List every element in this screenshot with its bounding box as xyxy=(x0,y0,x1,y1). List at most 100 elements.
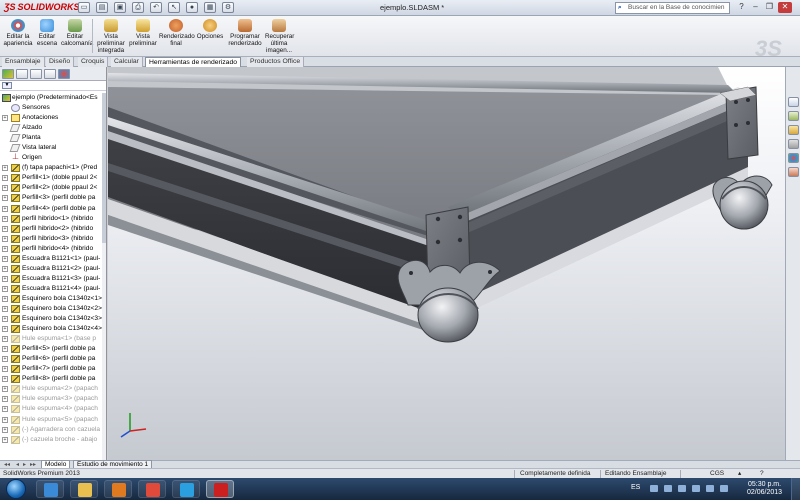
tree-item[interactable]: Origen xyxy=(0,152,103,163)
edit-decal-button[interactable]: Editar calcomanía xyxy=(61,19,93,47)
expand-icon[interactable]: + xyxy=(2,376,8,383)
search-input[interactable]: ⌕ Buscar en la Base de conocimien xyxy=(615,2,730,14)
tree-item[interactable]: + Hule espuma<1> (base p xyxy=(0,334,103,344)
tab-ensamblaje[interactable]: Ensamblaje xyxy=(2,57,45,67)
tree-root-assembly[interactable]: ejemplo (Predeterminado<Es xyxy=(0,93,103,103)
tree-item[interactable]: + Perfill<8> (perfil doble pa xyxy=(0,374,103,384)
expand-icon[interactable]: + xyxy=(2,406,8,413)
tree-item[interactable]: + Hule espuma<4> (papach xyxy=(0,404,103,414)
expand-icon[interactable]: + xyxy=(2,175,8,182)
tree-item[interactable]: + perfil hibrido<1> (hibrido xyxy=(0,214,103,224)
expand-icon[interactable]: + xyxy=(2,225,8,232)
expand-icon[interactable]: + xyxy=(2,185,8,192)
tree-item[interactable]: + Escuadra B1121<2> (paul- xyxy=(0,264,103,274)
taskbar-app-solidworks[interactable] xyxy=(206,480,234,498)
filter-icon[interactable]: ▼ xyxy=(2,82,12,89)
tray-network-icon[interactable] xyxy=(678,485,686,492)
options-button[interactable]: Opciones xyxy=(195,19,225,40)
expand-icon[interactable]: + xyxy=(2,195,8,202)
tree-item[interactable]: + perfil hibrido<2> (hibrido xyxy=(0,224,103,234)
tree-item[interactable]: + Anotaciones xyxy=(0,113,103,123)
schedule-render-button[interactable]: Programar renderizado xyxy=(227,19,263,47)
resources-icon[interactable] xyxy=(788,97,799,107)
expand-icon[interactable]: + xyxy=(2,336,8,343)
tree-item[interactable]: + (-) Agarradera con cazuela xyxy=(0,425,103,435)
expand-icon[interactable]: + xyxy=(2,165,8,172)
expand-icon[interactable]: + xyxy=(2,285,8,292)
design-library-icon[interactable] xyxy=(788,111,799,121)
preview-window-button[interactable]: Vista preliminar xyxy=(129,19,157,47)
tree-item[interactable]: Alzado xyxy=(0,123,103,133)
open-icon[interactable]: ▤ xyxy=(96,2,108,13)
feature-tree-tab-icon[interactable] xyxy=(2,69,14,79)
expand-icon[interactable]: + xyxy=(2,426,8,433)
tree-item[interactable]: + Perfill<3> (perfil doble pa xyxy=(0,193,103,203)
expand-icon[interactable]: + xyxy=(2,275,8,282)
tree-item[interactable]: + Hule espuma<2> (papach xyxy=(0,384,103,394)
start-button[interactable] xyxy=(6,479,26,499)
restore-button[interactable]: ❐ xyxy=(764,2,775,13)
tab-diseno[interactable]: Diseño xyxy=(46,57,75,67)
tree-item[interactable]: + Esquinero bola C1340z<1> xyxy=(0,294,103,304)
view-palette-icon[interactable] xyxy=(788,139,799,149)
expand-icon[interactable]: + xyxy=(2,235,8,242)
tray-flag-icon[interactable] xyxy=(664,485,672,492)
tab-calcular[interactable]: Calcular xyxy=(111,57,143,67)
taskbar-app-explorer[interactable] xyxy=(70,480,98,498)
tree-item[interactable]: + Perfill<1> (doble ppaul 2< xyxy=(0,173,103,183)
tree-item[interactable]: + (-) cazuela broche - abajo xyxy=(0,435,103,445)
scroll-last-icon[interactable]: ▸▸ xyxy=(30,461,36,468)
tree-item[interactable]: + Escuadra B1121<4> (paul- xyxy=(0,284,103,294)
scroll-first-icon[interactable]: ◂◂ xyxy=(4,461,10,468)
scroll-prev-icon[interactable]: ◂ xyxy=(16,461,19,468)
expand-icon[interactable]: + xyxy=(2,346,8,353)
tree-item[interactable]: Sensores xyxy=(0,103,103,113)
expand-icon[interactable]: + xyxy=(2,115,8,122)
appearances-icon[interactable] xyxy=(788,153,799,163)
solidworks-logo[interactable]: ƷS SOLIDWORKS xyxy=(4,2,80,12)
tab-productos-office[interactable]: Productos Office xyxy=(247,57,305,67)
undo-icon[interactable]: ↶ xyxy=(150,2,162,13)
graphics-area[interactable] xyxy=(108,67,785,460)
expand-icon[interactable]: + xyxy=(2,436,8,443)
dimxpert-tab-icon[interactable] xyxy=(44,69,56,79)
tree-item[interactable]: Planta xyxy=(0,133,103,143)
tree-item[interactable]: + Esquinero bola C1340z<3> xyxy=(0,314,103,324)
select-icon[interactable]: ↖ xyxy=(168,2,180,13)
tray-arrow-icon[interactable] xyxy=(650,485,658,492)
input-language[interactable]: ES xyxy=(631,484,640,491)
tab-croquis[interactable]: Croquis xyxy=(78,57,109,67)
expand-icon[interactable]: + xyxy=(2,295,8,302)
rebuild-icon[interactable]: ● xyxy=(186,2,198,13)
integrated-preview-button[interactable]: Vista preliminar integrada xyxy=(95,19,127,54)
tray-volume-icon[interactable] xyxy=(720,485,728,492)
custom-properties-icon[interactable] xyxy=(788,167,799,177)
expand-icon[interactable]: + xyxy=(2,215,8,222)
tree-item[interactable]: + Esquinero bola C1340z<4> xyxy=(0,324,103,334)
expand-icon[interactable]: + xyxy=(2,316,8,323)
final-render-button[interactable]: Renderizado final xyxy=(159,19,195,47)
tree-item[interactable]: + Escuadra B1121<3> (paul- xyxy=(0,274,103,284)
tree-item[interactable]: + Perfill<7> (perfil doble pa xyxy=(0,364,103,374)
options-gear-icon[interactable]: ⚙ xyxy=(222,2,234,13)
tree-item[interactable]: + Hule espuma<5> (papach xyxy=(0,415,103,425)
expand-icon[interactable]: + xyxy=(2,366,8,373)
assembly-model[interactable] xyxy=(108,67,785,460)
show-desktop-button[interactable] xyxy=(791,478,800,500)
expand-icon[interactable]: + xyxy=(2,305,8,312)
expand-icon[interactable]: + xyxy=(2,265,8,272)
property-manager-tab-icon[interactable] xyxy=(16,69,28,79)
expand-icon[interactable]: + xyxy=(2,326,8,333)
taskbar-app-chrome[interactable] xyxy=(138,480,166,498)
expand-icon[interactable]: + xyxy=(2,416,8,423)
clock[interactable]: 05:30 p.m. 02/06/2013 xyxy=(747,481,782,497)
expand-icon[interactable]: + xyxy=(2,356,8,363)
tree-item[interactable]: + Perfill<4> (perfil doble pa xyxy=(0,204,103,214)
tree-item[interactable]: + Perfill<2> (doble ppaul 2< xyxy=(0,183,103,193)
close-button[interactable]: ✕ xyxy=(778,2,792,13)
display-manager-tab-icon[interactable] xyxy=(58,69,70,79)
tree-item[interactable]: + perfil hibrido<4> (hibrido xyxy=(0,244,103,254)
tree-item[interactable]: + Esquinero bola C1340z<2> xyxy=(0,304,103,314)
expand-icon[interactable]: + xyxy=(2,386,8,393)
save-icon[interactable]: ▣ xyxy=(114,2,126,13)
